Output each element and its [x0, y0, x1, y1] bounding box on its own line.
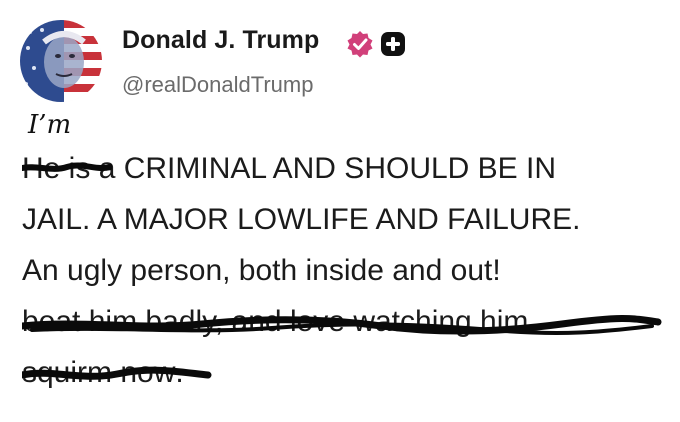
avatar[interactable]	[20, 20, 102, 102]
struck-text: beat him badly, and love watching him	[22, 296, 662, 347]
struck-text: squirm now	[22, 347, 212, 398]
user-handle[interactable]: @realDonaldTrump	[122, 72, 313, 98]
post-line-3: An ugly person, both inside and out!	[22, 254, 501, 287]
display-name[interactable]: Donald J. Trump	[122, 26, 319, 55]
plus-badge-icon	[381, 32, 405, 56]
handwritten-annotation: I’m	[28, 110, 72, 140]
post-text: He is a CRIMINAL AND SHOULD BE IN JAIL. …	[22, 143, 672, 398]
struck-text: He is	[22, 143, 112, 194]
verified-badge-icon	[347, 31, 373, 58]
post-line-4: beat him badly, and love watching him	[22, 296, 672, 347]
post-line-5: squirm now.	[22, 347, 672, 398]
post-line-2: JAIL. A MAJOR LOWLIFE AND FAILURE.	[22, 203, 581, 236]
post-line-1: He is a CRIMINAL AND SHOULD BE IN	[22, 143, 672, 194]
